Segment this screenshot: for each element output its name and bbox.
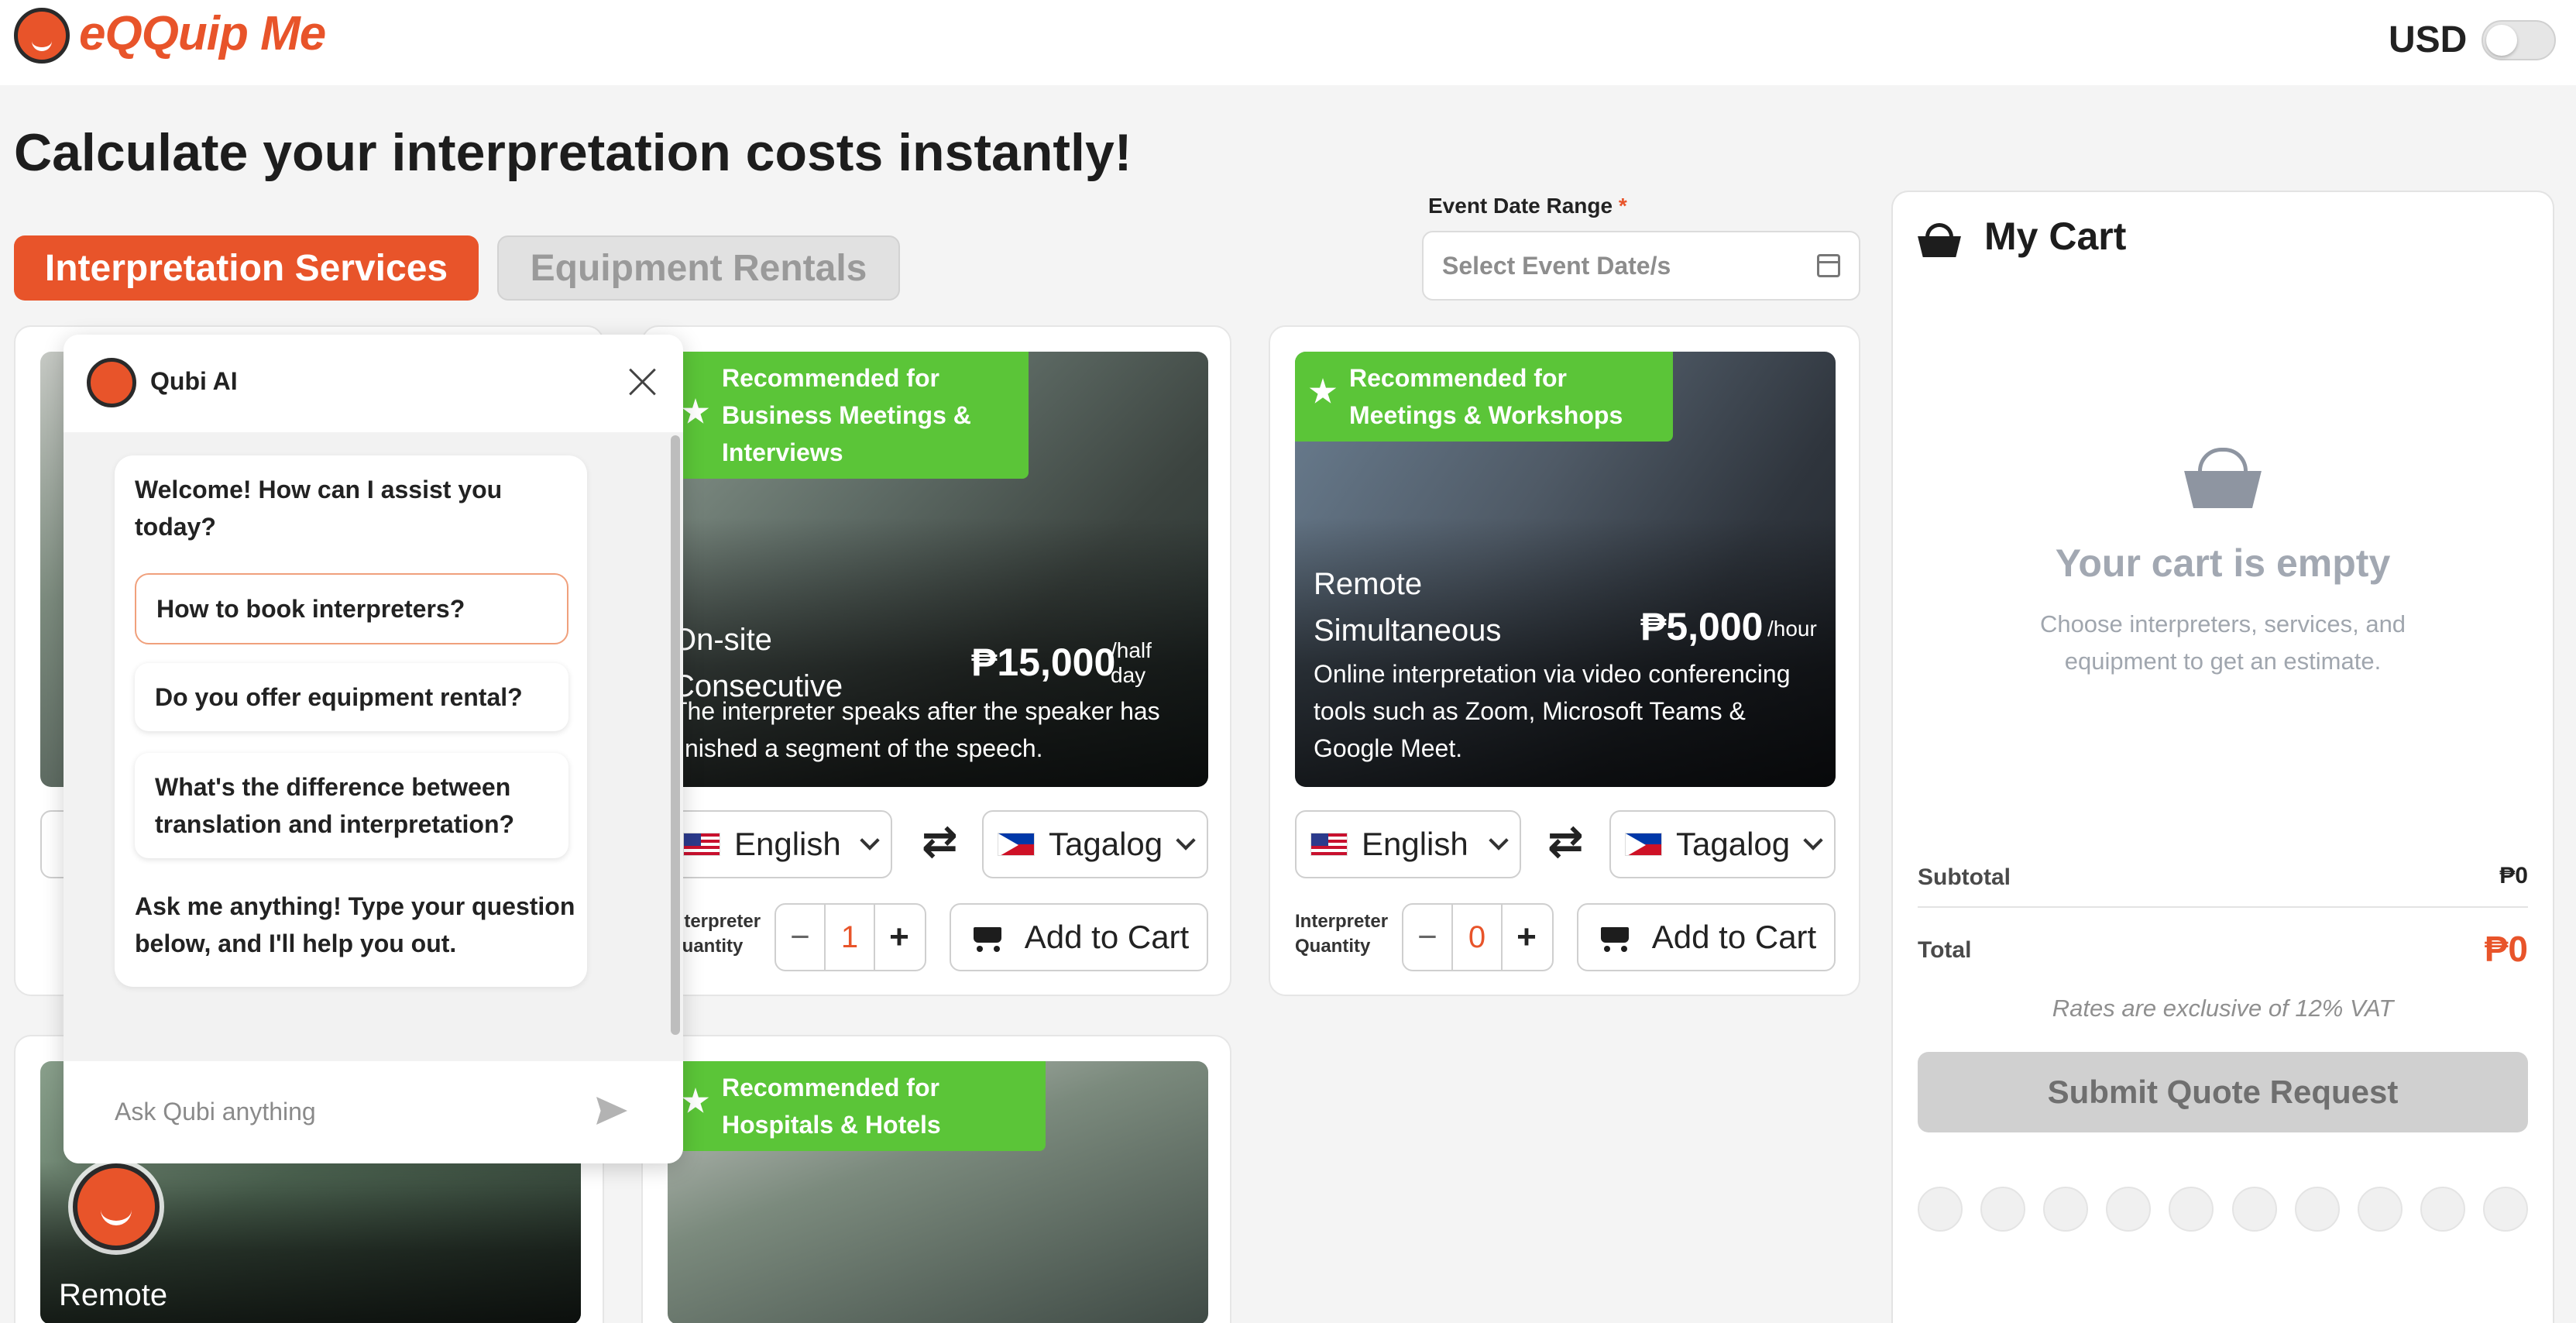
star-icon [682, 398, 709, 424]
bot-message: Welcome! How can I assist you today? How… [115, 455, 587, 987]
page-title: Calculate your interpretation costs inst… [14, 123, 1132, 182]
empty-basket-icon [2184, 448, 2262, 508]
brand-logo[interactable]: eQQuip Me [79, 6, 326, 61]
qubi-avatar [87, 358, 136, 407]
star-icon [1309, 378, 1337, 404]
event-date-input[interactable]: Select Event Date/s [1422, 231, 1860, 301]
target-language-select[interactable]: Tagalog [982, 810, 1208, 878]
send-icon[interactable] [596, 1097, 627, 1125]
service-card-remote-simultaneous: Recommended for Meetings & Workshops Rem… [1269, 325, 1860, 996]
chevron-down-icon [1489, 830, 1509, 850]
toggle-knob [2486, 25, 2517, 56]
swap-arrows-icon[interactable]: ⇄ [922, 820, 958, 863]
currency-toggle[interactable] [2482, 20, 2556, 60]
summary-divider [1918, 906, 2528, 908]
service-image: Recommended for Meetings & Workshops Rem… [1295, 352, 1836, 787]
us-flag-icon [1310, 833, 1348, 856]
service-image: Recommended for Business Meetings & Inte… [668, 352, 1208, 787]
source-language-select[interactable]: English [1295, 810, 1521, 878]
cart-panel [1891, 191, 2554, 1323]
calendar-icon[interactable] [1817, 254, 1840, 277]
vat-note: Rates are exclusive of 12% VAT [2052, 995, 2394, 1022]
increment-button[interactable]: + [1503, 918, 1551, 957]
chat-messages[interactable]: Welcome! How can I assist you today? How… [64, 432, 683, 1061]
service-price: ₱15,000 [971, 641, 1116, 684]
submit-quote-button[interactable]: Submit Quote Request [1918, 1052, 2528, 1132]
empty-cart-subtitle: Choose interpreters, services, and equip… [2039, 610, 2406, 675]
quantity-label: Interpreter Quantity [1295, 911, 1389, 957]
chat-input-bar [64, 1061, 683, 1163]
welcome-text: Welcome! How can I assist you today? [135, 476, 503, 541]
close-icon[interactable] [626, 366, 658, 398]
service-title: Remote Simultaneous [1314, 567, 1502, 648]
decrement-button[interactable]: − [776, 918, 824, 957]
service-card-onsite-consecutive: Recommended for Business Meetings & Inte… [641, 325, 1231, 996]
recommended-badge: Recommended for Hospitals & Hotels [668, 1061, 1046, 1151]
mascot-logo-icon[interactable] [14, 8, 70, 64]
add-to-cart-button[interactable]: Add to Cart [1577, 903, 1836, 971]
add-to-cart-button[interactable]: Add to Cart [950, 903, 1208, 971]
cart-icon [969, 924, 1005, 952]
chat-scrollbar[interactable] [671, 435, 680, 1035]
quantity-value[interactable]: 0 [1451, 905, 1503, 970]
cart-title: My Cart [1984, 215, 2127, 258]
chat-title: Qubi AI [150, 367, 238, 395]
service-description: The interpreter speaks after the speaker… [672, 697, 1160, 762]
qubi-chat-window: Qubi AI Welcome! How can I assist you to… [64, 335, 683, 1163]
interpreter-quantity-stepper[interactable]: − 1 + [775, 903, 926, 971]
recommended-badge: Recommended for Business Meetings & Inte… [668, 352, 1029, 479]
swap-arrows-icon[interactable]: ⇄ [1547, 820, 1584, 863]
quantity-label: Interpreter Quantity [668, 911, 761, 957]
price-unit: /half day [1111, 638, 1152, 687]
tab-equipment-rentals[interactable]: Equipment Rentals [497, 235, 900, 301]
service-image: Recommended for Hospitals & Hotels [668, 1061, 1208, 1323]
date-input-placeholder: Select Event Date/s [1442, 251, 1671, 280]
star-icon [682, 1088, 709, 1113]
qubi-mascot-icon[interactable] [73, 1163, 160, 1250]
chevron-down-icon [1803, 830, 1823, 850]
top-bar: eQQuip Me USD [0, 0, 2576, 85]
basket-icon [1918, 223, 1961, 257]
currency-label: USD [2389, 19, 2468, 60]
empty-cart-title: Your cart is empty [2055, 541, 2391, 585]
chevron-down-icon [860, 830, 880, 850]
date-range-label: Event Date Range * [1428, 194, 1627, 218]
source-language-select[interactable]: English [668, 810, 892, 878]
prompt-text: Ask me anything! Type your question belo… [135, 892, 575, 957]
cart-icon [1596, 924, 1632, 952]
ph-flag-icon [1625, 833, 1662, 856]
ph-flag-icon [998, 833, 1035, 856]
total-value: ₱0 [2484, 929, 2528, 969]
chevron-down-icon [1176, 830, 1196, 850]
service-card: Recommended for Hospitals & Hotels [641, 1035, 1231, 1323]
interpreter-quantity-stepper[interactable]: − 0 + [1402, 903, 1554, 971]
total-label: Total [1918, 937, 1972, 963]
service-price: ₱5,000 [1640, 605, 1764, 648]
chat-input[interactable] [115, 1092, 517, 1131]
decorative-dots [1918, 1187, 2528, 1232]
subtotal-label: Subtotal [1918, 864, 2011, 890]
us-flag-icon [683, 833, 720, 856]
chat-header: Qubi AI [64, 335, 683, 432]
target-language-select[interactable]: Tagalog [1609, 810, 1836, 878]
suggestion-translation-vs-interpretation[interactable]: What's the difference between translatio… [135, 753, 568, 858]
required-mark: * [1618, 194, 1627, 218]
tab-interpretation-services[interactable]: Interpretation Services [14, 235, 479, 301]
service-description: Online interpretation via video conferen… [1314, 660, 1791, 762]
suggestion-equipment-rental[interactable]: Do you offer equipment rental? [135, 663, 568, 731]
subtotal-value: ₱0 [2499, 863, 2528, 888]
decrement-button[interactable]: − [1403, 918, 1451, 957]
price-unit: /hour [1767, 617, 1817, 641]
increment-button[interactable]: + [875, 918, 923, 957]
suggestion-book-interpreters[interactable]: How to book interpreters? [135, 573, 568, 644]
quantity-value[interactable]: 1 [824, 905, 875, 970]
service-title: Remote [59, 1278, 168, 1312]
recommended-badge: Recommended for Meetings & Workshops [1295, 352, 1673, 442]
